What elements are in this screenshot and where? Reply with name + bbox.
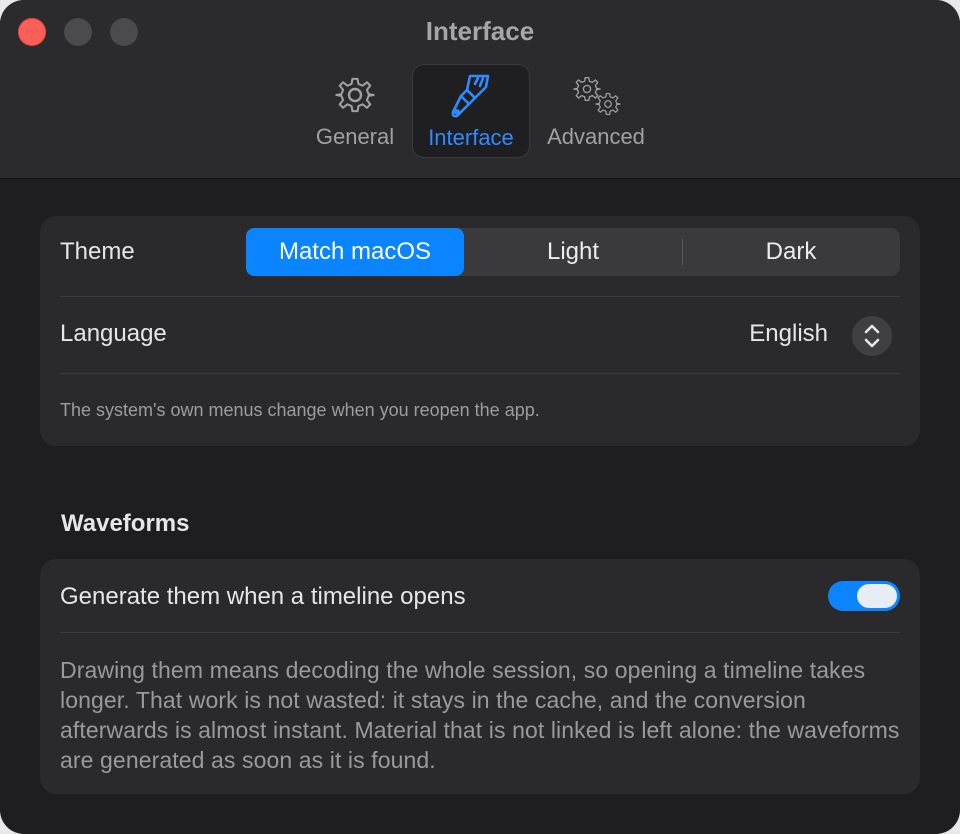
waveforms-description: Drawing them means decoding the whole se…: [60, 657, 900, 773]
generate-waveforms-toggle[interactable]: [828, 581, 900, 611]
tab-advanced-label: Advanced: [547, 124, 645, 149]
waveforms-section-title: Waveforms: [61, 510, 190, 537]
appearance-card: Theme Match macOS Light Dark Language En…: [40, 216, 920, 446]
theme-option-match-macos[interactable]: Match macOS: [246, 228, 464, 276]
tab-general[interactable]: General: [306, 64, 404, 158]
title-bar: Interface General Interface Advanced: [0, 0, 960, 179]
tab-interface[interactable]: Interface: [412, 64, 530, 158]
language-value[interactable]: English: [749, 320, 828, 348]
generate-waveforms-label: Generate them when a timeline opens: [60, 583, 466, 610]
chevron-up-down-icon: [864, 324, 880, 348]
tab-advanced[interactable]: Advanced: [540, 64, 652, 158]
gear-icon: [335, 77, 375, 113]
language-label: Language: [60, 320, 167, 347]
window-title: Interface: [425, 16, 535, 46]
paintbrush-icon: [451, 74, 490, 118]
gears-icon: [573, 76, 621, 116]
language-popup-button[interactable]: [852, 316, 892, 356]
language-note: The system's own menus change when you r…: [60, 400, 540, 420]
theme-label: Theme: [60, 238, 135, 265]
waveforms-card: Generate them when a timeline opens Draw…: [40, 559, 920, 794]
theme-option-light[interactable]: Light: [464, 228, 682, 276]
tab-general-label: General: [315, 124, 395, 149]
row-divider: [60, 373, 900, 374]
row-divider: [60, 296, 900, 297]
toggle-knob: [857, 584, 897, 608]
preferences-window: Interface General Interface Advanced The…: [0, 0, 960, 834]
theme-option-dark[interactable]: Dark: [682, 228, 900, 276]
theme-segmented-control: Match macOS Light Dark: [246, 228, 900, 276]
tab-interface-label: Interface: [428, 125, 514, 150]
row-divider: [60, 632, 900, 633]
